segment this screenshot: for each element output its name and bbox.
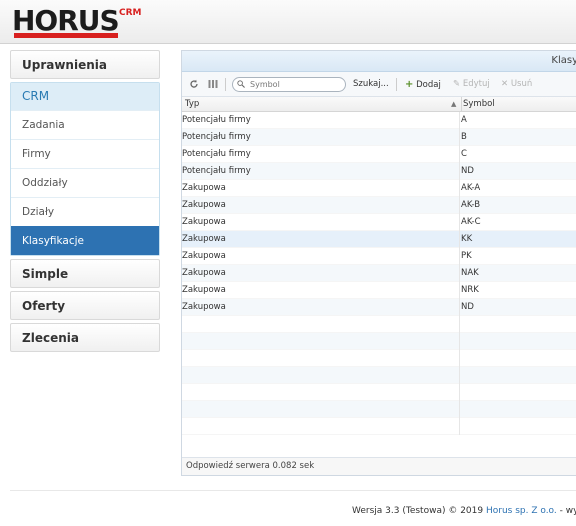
cell-symbol: AK-C xyxy=(459,214,481,231)
columns-icon[interactable] xyxy=(208,72,218,97)
column-header-typ[interactable]: Typ xyxy=(185,97,199,112)
empty-row xyxy=(182,401,576,418)
plus-icon: + xyxy=(405,79,414,90)
cell-symbol: KK xyxy=(459,231,472,248)
cell-typ: Potencjału firmy xyxy=(182,132,251,142)
logo-crm-label: CRM xyxy=(119,8,142,18)
sidebar-item-zadania[interactable]: Zadania xyxy=(11,110,159,139)
sidebar-item-firmy[interactable]: Firmy xyxy=(11,139,159,168)
refresh-icon[interactable] xyxy=(189,72,199,97)
column-header-symbol[interactable]: Symbol xyxy=(461,97,495,112)
cell-symbol: AK-B xyxy=(459,197,480,214)
close-icon: ✕ xyxy=(501,79,509,89)
sidebar-item-crm[interactable]: CRM xyxy=(11,83,159,110)
symbol-search-input[interactable]: Symbol xyxy=(232,77,346,92)
cell-typ: Potencjału firmy xyxy=(182,166,251,176)
cell-empty xyxy=(459,367,461,384)
sidebar-item-klasyfikacje[interactable]: Klasyfikacje xyxy=(11,226,159,255)
search-icon xyxy=(237,80,245,88)
table-row[interactable]: Potencjału firmy A xyxy=(182,112,576,129)
table-row[interactable]: Zakupowa NAK xyxy=(182,265,576,282)
empty-row xyxy=(182,418,576,435)
footer: Wersja 3.3 (Testowa) © 2019 Horus sp. Z … xyxy=(352,506,576,516)
table-row[interactable]: Potencjału firmy ND xyxy=(182,163,576,180)
table-row[interactable]: Zakupowa NRK xyxy=(182,282,576,299)
cell-typ: Zakupowa xyxy=(182,251,226,261)
table-row[interactable]: Potencjału firmy B xyxy=(182,129,576,146)
cell-symbol: AK-A xyxy=(459,180,480,197)
cell-empty xyxy=(459,418,461,435)
cell-symbol: NAK xyxy=(459,265,479,282)
edit-button[interactable]: ✎ Edytuj xyxy=(453,72,490,97)
sidebar-item-zlecenia[interactable]: Zlecenia xyxy=(10,323,160,352)
cell-typ: Zakupowa xyxy=(182,234,226,244)
empty-row xyxy=(182,316,576,333)
cell-typ: Zakupowa xyxy=(182,183,226,193)
add-label: Dodaj xyxy=(416,80,441,90)
sidebar-group-crm: CRM Zadania Firmy Oddziały Działy Klasyf… xyxy=(10,82,160,256)
empty-row xyxy=(182,350,576,367)
cell-symbol: B xyxy=(459,129,467,146)
table-row-selected[interactable]: Zakupowa KK xyxy=(182,231,576,248)
cell-symbol: ND xyxy=(459,299,474,316)
empty-row xyxy=(182,384,576,401)
sidebar-item-dzialy[interactable]: Działy xyxy=(11,197,159,226)
footer-version: Wersja 3.3 (Testowa) © 2019 xyxy=(352,506,486,516)
cell-typ: Zakupowa xyxy=(182,268,226,278)
table-row[interactable]: Zakupowa AK-B xyxy=(182,197,576,214)
sidebar-item-uprawnienia[interactable]: Uprawnienia xyxy=(10,50,160,79)
klasyfikacje-grid-panel: Klasy Symbol Szukaj... + Dodaj ✎ Edytuj … xyxy=(181,50,576,476)
empty-row xyxy=(182,333,576,350)
search-button[interactable]: Szukaj... xyxy=(353,72,389,97)
add-button[interactable]: + Dodaj xyxy=(405,72,441,97)
cell-typ: Zakupowa xyxy=(182,285,226,295)
sidebar-item-simple[interactable]: Simple xyxy=(10,259,160,288)
grid-body: Potencjału firmy A Potencjału firmy B Pote… xyxy=(182,112,576,435)
grid-header: Typ ▲ Symbol xyxy=(182,97,576,112)
cell-symbol: C xyxy=(459,146,467,163)
cell-typ: Zakupowa xyxy=(182,200,226,210)
cell-empty xyxy=(459,316,461,333)
cell-symbol: A xyxy=(459,112,467,129)
sidebar: Uprawnienia CRM Zadania Firmy Oddziały D… xyxy=(10,50,160,352)
server-response-status: Odpowiedź serwera 0.082 sek xyxy=(182,457,576,475)
toolbar-separator xyxy=(396,78,397,91)
cell-typ: Potencjału firmy xyxy=(182,149,251,159)
logo-underline xyxy=(14,33,118,38)
app-header: HORUS CRM xyxy=(0,0,576,44)
grid-toolbar: Symbol Szukaj... + Dodaj ✎ Edytuj ✕ Usuń xyxy=(182,72,576,97)
footer-divider xyxy=(10,490,576,491)
cell-typ: Potencjału firmy xyxy=(182,115,251,125)
cell-empty xyxy=(459,384,461,401)
table-row[interactable]: Zakupowa AK-C xyxy=(182,214,576,231)
panel-title: Klasy xyxy=(182,51,576,72)
footer-suffix: - wyk xyxy=(559,506,576,516)
table-row[interactable]: Zakupowa AK-A xyxy=(182,180,576,197)
sidebar-item-oferty[interactable]: Oferty xyxy=(10,291,160,320)
cell-empty xyxy=(459,401,461,418)
edit-label: Edytuj xyxy=(462,79,490,89)
sidebar-item-oddzialy[interactable]: Oddziały xyxy=(11,168,159,197)
horus-logo[interactable]: HORUS CRM xyxy=(12,6,142,38)
cell-empty xyxy=(459,350,461,367)
pencil-icon: ✎ xyxy=(453,79,461,89)
cell-symbol: NRK xyxy=(459,282,479,299)
toolbar-separator xyxy=(225,78,226,91)
delete-label: Usuń xyxy=(510,79,533,89)
table-row[interactable]: Zakupowa PK xyxy=(182,248,576,265)
cell-typ: Zakupowa xyxy=(182,302,226,312)
empty-row xyxy=(182,367,576,384)
cell-symbol: ND xyxy=(459,163,474,180)
footer-company-link[interactable]: Horus sp. Z o.o. xyxy=(486,506,557,516)
cell-symbol: PK xyxy=(459,248,472,265)
table-row[interactable]: Potencjału firmy C xyxy=(182,146,576,163)
table-row[interactable]: Zakupowa ND xyxy=(182,299,576,316)
cell-empty xyxy=(459,333,461,350)
delete-button[interactable]: ✕ Usuń xyxy=(501,72,532,97)
sort-asc-icon[interactable]: ▲ xyxy=(451,97,456,111)
cell-typ: Zakupowa xyxy=(182,217,226,227)
